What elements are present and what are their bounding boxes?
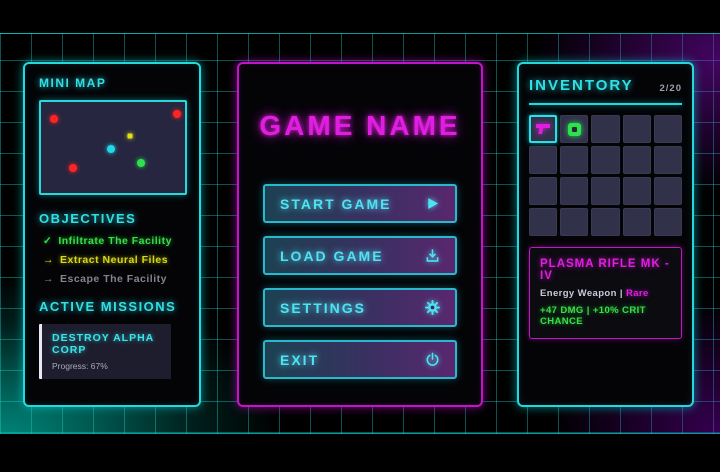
exit-button[interactable]: EXIT — [263, 340, 457, 379]
load-game-button[interactable]: LOAD GAME — [263, 236, 457, 275]
objective-label: Infiltrate The Facility — [58, 235, 172, 247]
exit-label: EXIT — [280, 352, 319, 368]
inventory-slot[interactable] — [529, 177, 557, 205]
inventory-title: INVENTORY — [529, 77, 634, 94]
item-type: Energy Weapon | Rare — [540, 288, 671, 299]
menu-button-list: START GAME LOAD GAME SETTINGS — [263, 184, 457, 379]
inventory-slot[interactable] — [560, 115, 588, 143]
minimap-display — [39, 100, 187, 195]
inventory-slot[interactable] — [623, 146, 651, 174]
ally-dot — [137, 159, 145, 167]
inventory-slot[interactable] — [560, 177, 588, 205]
start-game-label: START GAME — [280, 196, 392, 212]
active-missions-title: ACTIVE MISSIONS — [39, 299, 185, 314]
enemy-dot — [50, 115, 58, 123]
item-stats: +47 DMG | +10% CRIT CHANCE — [540, 305, 671, 327]
inventory-slot[interactable] — [560, 208, 588, 236]
game-menu-screen: MINI MAP OBJECTIVES ✓ Infiltrate The Fac… — [0, 0, 720, 472]
chip-icon — [568, 123, 581, 136]
objective-item: → Escape The Facility — [43, 273, 185, 285]
inventory-divider — [529, 103, 682, 105]
player-dot — [107, 145, 115, 153]
mission-card[interactable]: DESTROY ALPHA CORP Progress: 67% — [39, 324, 171, 379]
arrow-icon: → — [43, 273, 54, 285]
inventory-slot[interactable] — [529, 146, 557, 174]
load-game-label: LOAD GAME — [280, 248, 384, 264]
item-rarity-badge: Rare — [626, 288, 649, 299]
settings-label: SETTINGS — [280, 300, 366, 316]
inventory-header: INVENTORY 2/20 — [529, 77, 682, 94]
inventory-slot[interactable] — [591, 115, 619, 143]
start-game-button[interactable]: START GAME — [263, 184, 457, 223]
inventory-grid — [529, 115, 682, 236]
play-icon — [425, 196, 440, 211]
inventory-panel: INVENTORY 2/20 PLASMA RIFLE MK - IV Ener… — [517, 62, 694, 407]
objective-label: Escape The Facility — [60, 273, 167, 285]
inventory-slot[interactable] — [654, 177, 682, 205]
pickup-dot — [128, 134, 133, 139]
inventory-count: 2/20 — [660, 83, 683, 94]
inventory-slot[interactable] — [654, 208, 682, 236]
check-icon: ✓ — [43, 235, 52, 247]
minimap-panel: MINI MAP OBJECTIVES ✓ Infiltrate The Fac… — [23, 62, 201, 407]
item-type-label: Energy Weapon — [540, 288, 617, 299]
power-icon — [425, 352, 440, 367]
item-details-panel: PLASMA RIFLE MK - IV Energy Weapon | Rar… — [529, 247, 682, 339]
game-title: GAME NAME — [239, 110, 481, 142]
inventory-slot[interactable] — [591, 177, 619, 205]
enemy-dot — [69, 164, 77, 172]
mission-name: DESTROY ALPHA CORP — [52, 332, 161, 356]
objectives-list: ✓ Infiltrate The Facility → Extract Neur… — [43, 235, 185, 285]
minimap-title: MINI MAP — [39, 76, 185, 90]
download-icon — [425, 248, 440, 263]
objective-label: Extract Neural Files — [60, 254, 168, 266]
inventory-slot[interactable] — [591, 208, 619, 236]
inventory-slot[interactable] — [529, 208, 557, 236]
settings-button[interactable]: SETTINGS — [263, 288, 457, 327]
inventory-slot[interactable] — [560, 146, 588, 174]
enemy-dot — [173, 110, 181, 118]
inventory-slot[interactable] — [529, 115, 557, 143]
main-menu-panel: GAME NAME START GAME LOAD GAME SETTINGS — [237, 62, 483, 407]
inventory-slot[interactable] — [654, 146, 682, 174]
gear-icon — [425, 300, 440, 315]
objective-item: → Extract Neural Files — [43, 254, 185, 266]
inventory-slot[interactable] — [591, 146, 619, 174]
objectives-title: OBJECTIVES — [39, 211, 185, 226]
mission-progress: Progress: 67% — [52, 361, 161, 371]
pistol-icon — [535, 123, 551, 135]
inventory-slot[interactable] — [623, 177, 651, 205]
inventory-slot[interactable] — [623, 208, 651, 236]
arrow-icon: → — [43, 254, 54, 266]
inventory-slot[interactable] — [654, 115, 682, 143]
item-name: PLASMA RIFLE MK - IV — [540, 258, 671, 282]
objective-item: ✓ Infiltrate The Facility — [43, 235, 185, 247]
chip-hole — [572, 127, 577, 132]
inventory-slot[interactable] — [623, 115, 651, 143]
